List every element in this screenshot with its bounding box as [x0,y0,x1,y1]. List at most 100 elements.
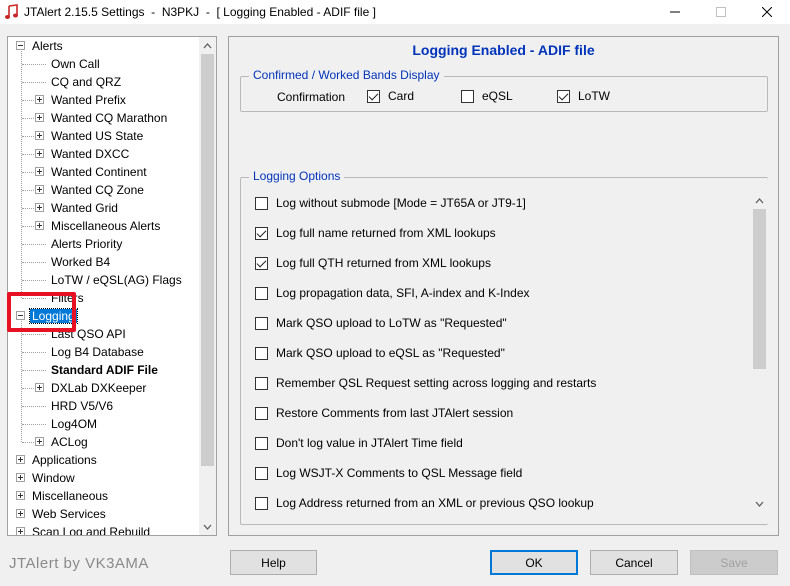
expand-plus-icon[interactable] [35,113,44,122]
card-checkbox[interactable]: Card [367,89,414,103]
logging-option-checkbox[interactable]: Restore Comments from last JTAlert sessi… [255,404,513,422]
tree-connector-line [22,424,46,425]
tree-item[interactable]: Wanted CQ Marathon [49,109,169,127]
expand-plus-icon[interactable] [35,203,44,212]
expand-plus-icon[interactable] [16,509,25,518]
logging-option-checkbox[interactable]: Mark QSO upload to LoTW as "Requested" [255,314,507,332]
tree-item[interactable]: HRD V5/V6 [49,397,115,415]
checkbox-box[interactable] [255,196,268,210]
tree-item[interactable]: Wanted Grid [49,199,120,217]
tree-item[interactable]: Alerts Priority [49,235,124,253]
eqsl-checkbox[interactable]: eQSL [461,89,513,103]
scroll-down-arrow-icon[interactable] [199,518,216,535]
logging-option-label: Log propagation data, SFI, A-index and K… [276,286,530,300]
tree-item[interactable]: Log4OM [49,415,99,433]
logging-option-checkbox[interactable]: Log Address returned from an XML or prev… [255,494,594,512]
tree-item-label: Alerts Priority [51,237,123,251]
settings-tree[interactable]: Alerts Own Call CQ and QRZ Wanted Prefix Wan… [7,36,217,536]
scroll-up-arrow-icon[interactable] [199,37,216,54]
tree-item-label: HRD V5/V6 [51,399,114,413]
expand-plus-icon[interactable] [35,221,44,230]
checkbox-box[interactable] [255,346,268,360]
tree-item[interactable]: LoTW / eQSL(AG) Flags [49,271,184,289]
tree-item-label: Web Services [32,507,106,521]
tree-item[interactable]: Wanted DXCC [49,145,131,163]
tree-item[interactable]: Applications [30,451,99,469]
tree-item[interactable]: Miscellaneous [30,487,110,505]
tree-item[interactable]: Alerts [30,37,65,55]
logging-option-checkbox[interactable]: Log full QTH returned from XML lookups [255,254,491,272]
tree-item-label: Standard ADIF File [51,363,158,377]
maximize-button[interactable] [698,0,744,24]
tree-item[interactable]: Miscellaneous Alerts [49,217,162,235]
logging-option-checkbox[interactable]: Don't log value in JTAlert Time field [255,434,463,452]
card-checkbox-box[interactable] [367,89,380,103]
checkbox-box[interactable] [255,436,268,450]
checkbox-box[interactable] [255,406,268,420]
tree-item-label: DXLab DXKeeper [51,381,147,395]
options-scrollbar[interactable] [751,192,768,512]
cancel-button[interactable]: Cancel [590,550,678,575]
expand-plus-icon[interactable] [16,455,25,464]
logging-option-checkbox[interactable]: Log propagation data, SFI, A-index and K… [255,284,530,302]
options-scroll-thumb[interactable] [753,209,766,369]
options-scroll-up-icon[interactable] [751,192,768,209]
expand-plus-icon[interactable] [16,527,25,535]
tree-connector-line [22,172,34,173]
tree-item-label: Wanted CQ Marathon [51,111,168,125]
tree-connector-line [22,334,46,335]
tree-item[interactable]: Own Call [49,55,102,73]
checkbox-box[interactable] [255,496,268,510]
tree-item[interactable]: Standard ADIF File [49,361,160,379]
close-button[interactable] [744,0,790,24]
expand-plus-icon[interactable] [35,131,44,140]
checkbox-box[interactable] [255,226,268,240]
tree-item[interactable]: Window [30,469,77,487]
tree-scroll-thumb[interactable] [201,54,214,466]
eqsl-checkbox-box[interactable] [461,89,474,103]
logging-option-checkbox[interactable]: Mark QSO upload to eQSL as "Requested" [255,344,505,362]
checkbox-box[interactable] [255,316,268,330]
expand-plus-icon[interactable] [35,185,44,194]
expand-plus-icon[interactable] [16,473,25,482]
minimize-button[interactable] [652,0,698,24]
lotw-checkbox-box[interactable] [557,89,570,103]
tree-connector-line [22,64,46,65]
tree-item[interactable]: Wanted US State [49,127,145,145]
tree-item[interactable]: DXLab DXKeeper [49,379,148,397]
tree-item[interactable]: Scan Log and Rebuild [30,523,152,535]
help-button[interactable]: Help [230,550,317,575]
save-button[interactable]: Save [690,550,778,575]
options-scroll-down-icon[interactable] [751,495,768,512]
checkbox-box[interactable] [255,286,268,300]
tree-item-label: Wanted Grid [51,201,118,215]
logging-option-checkbox[interactable]: Remember QSL Request setting across logg… [255,374,596,392]
tree-item[interactable]: Wanted CQ Zone [49,181,146,199]
expand-plus-icon[interactable] [35,149,44,158]
tree-item[interactable]: Worked B4 [49,253,112,271]
logging-highlight-box [7,292,76,332]
lotw-label: LoTW [578,89,611,103]
ok-button[interactable]: OK [490,550,578,575]
expand-plus-icon[interactable] [35,437,44,446]
checkbox-box[interactable] [255,256,268,270]
tree-item[interactable]: CQ and QRZ [49,73,123,91]
collapse-minus-icon[interactable] [16,41,25,50]
expand-plus-icon[interactable] [35,383,44,392]
lotw-checkbox[interactable]: LoTW [557,89,610,103]
expand-plus-icon[interactable] [35,167,44,176]
logging-option-checkbox[interactable]: Log full name returned from XML lookups [255,224,496,242]
expand-plus-icon[interactable] [35,95,44,104]
checkbox-box[interactable] [255,376,268,390]
checkbox-box[interactable] [255,466,268,480]
brand-label: JTAlert by VK3AMA [9,555,149,572]
tree-item[interactable]: Log B4 Database [49,343,146,361]
tree-item[interactable]: Wanted Continent [49,163,149,181]
tree-item[interactable]: Web Services [30,505,108,523]
logging-option-checkbox[interactable]: Log without submode [Mode = JT65A or JT9… [255,194,526,212]
tree-item[interactable]: Wanted Prefix [49,91,128,109]
logging-option-checkbox[interactable]: Log WSJT-X Comments to QSL Message field [255,464,522,482]
tree-item[interactable]: ACLog [49,433,90,451]
expand-plus-icon[interactable] [16,491,25,500]
tree-scrollbar[interactable] [199,37,216,535]
